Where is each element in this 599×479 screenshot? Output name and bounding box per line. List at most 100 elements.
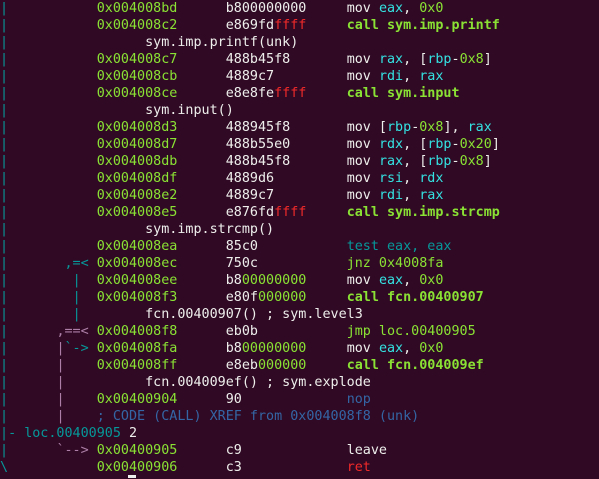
disasm-token: 0x8 (419, 120, 444, 135)
disasm-token: 0x00400904 (96, 392, 178, 407)
disasm-token (177, 86, 225, 101)
disasm-token: \ (0, 460, 9, 475)
disasm-token: ffff (274, 86, 307, 101)
disasm-token: e869fd (225, 18, 275, 33)
disasm-token: | (0, 239, 9, 254)
disasm-token: 0x0 (419, 341, 444, 356)
disasm-token: | (56, 392, 65, 407)
disasm-token (242, 460, 347, 475)
disasm-token (8, 324, 56, 339)
disasm-token: rax (419, 188, 444, 203)
disasm-token (65, 375, 146, 390)
disasm-token: | (0, 205, 9, 220)
disasm-token: b8 (225, 273, 242, 288)
disasm-line: |- loc.00400905 2 (0, 425, 137, 442)
disasm-token (8, 392, 56, 407)
disasm-token (306, 273, 346, 288)
disasm-token: e8e8fe (225, 86, 275, 101)
disasm-token (177, 69, 225, 84)
disasm-token: `--> (56, 443, 89, 458)
disasm-line: | 0x004008cb 4889c7 mov rdi, rax (0, 68, 443, 85)
disasm-token: rax (467, 120, 492, 135)
disasm-token (242, 443, 347, 458)
disasm-line: | ,==< 0x004008f8 eb0b jmp loc.00400905 (0, 323, 476, 340)
disasm-token: | (0, 307, 9, 322)
disasm-token: ffff (274, 18, 307, 33)
disasm-token: 0x004008f8 (96, 324, 178, 339)
disasm-token: 0x004008df (96, 171, 178, 186)
disasm-token: | (0, 154, 9, 169)
disasm-token: rbp (427, 52, 452, 67)
disasm-token (65, 409, 97, 424)
disasm-token (8, 120, 97, 135)
disasm-token: ] (483, 154, 492, 169)
disasm-token: 0x004008ec (96, 256, 178, 271)
disasm-token (81, 273, 97, 288)
disasm-token: , [ (403, 137, 428, 152)
disasm-token (290, 154, 346, 169)
disasm-token (8, 239, 97, 254)
disasm-token: | (0, 324, 9, 339)
disasm-line: | 0x004008e5 e876fdffff call sym.imp.str… (0, 204, 500, 221)
disasm-token: b8 (225, 341, 242, 356)
disasm-token: ret (346, 460, 371, 475)
disasm-token: mov (346, 154, 379, 169)
disasm-token: 0x8 (459, 52, 484, 67)
disasm-token: 90 (225, 392, 242, 407)
disasm-token (290, 137, 346, 152)
disasm-token: | (0, 426, 9, 441)
disasm-token: call sym.imp.printf (346, 18, 500, 33)
disasm-token: ,=< (64, 256, 89, 271)
disasm-token: ,==< (56, 324, 89, 339)
disasm-token: 488945f8 (225, 120, 291, 135)
disasm-token (8, 171, 97, 186)
disasm-token: | (72, 307, 81, 322)
disasm-token: , [ (403, 154, 428, 169)
disasm-token: | (0, 86, 9, 101)
disasm-token: 0x8 (459, 154, 484, 169)
disasm-token (177, 392, 225, 407)
disasm-token: | (0, 392, 9, 407)
disasm-token (8, 1, 97, 16)
disasm-token: 0x004008c2 (96, 18, 178, 33)
disasm-token: ; CODE (CALL) XREF from 0x004008f8 (unk) (96, 409, 420, 424)
disasm-token: c9 (225, 443, 242, 458)
disasm-token: 0x004008f3 (96, 290, 178, 305)
disasm-token: ffff (274, 205, 307, 220)
disasm-token: 488b45f8 (225, 154, 291, 169)
disasm-token: rdx (419, 171, 444, 186)
disasm-token (274, 171, 347, 186)
disasm-token: ] (483, 52, 492, 67)
disasm-token (65, 392, 97, 407)
disasm-token: test eax, eax (346, 239, 452, 254)
disasm-token: | (72, 290, 81, 305)
disasm-token (177, 18, 225, 33)
disasm-line: | 0x004008c7 488b45f8 mov rax, [rbp-0x8] (0, 51, 492, 68)
disasm-token: rax (419, 69, 444, 84)
disasm-token: 0x00400906 (96, 460, 178, 475)
disasm-token: mov (346, 273, 379, 288)
disasm-token: 0x004008ea (96, 239, 178, 254)
disasm-token: mov (346, 341, 379, 356)
disasm-token: jnz 0x4008fa (346, 256, 444, 271)
disasm-line: | sym.input() (0, 102, 234, 119)
disasm-token: mov (346, 171, 379, 186)
disasm-token: 0x004008db (96, 154, 178, 169)
disasm-token (306, 1, 346, 16)
disasm-token: 0x004008c7 (96, 52, 178, 67)
disasm-token (242, 392, 347, 407)
disasm-token: - (8, 426, 25, 441)
disasm-token: 0x004008cb (96, 69, 178, 84)
disasm-token: mov (346, 188, 379, 203)
disasm-token: 0x004008ff (96, 358, 178, 373)
disasm-token: 000000 (258, 290, 307, 305)
disasm-token: eax (378, 273, 404, 288)
disasm-token (290, 120, 346, 135)
disasm-token: , (403, 1, 420, 16)
disasm-token (177, 239, 225, 254)
disasm-token (8, 443, 56, 458)
disasm-token (177, 1, 225, 16)
disasm-token (8, 341, 56, 356)
disasm-line: | | 0x004008f3 e80f000000 call fcn.00400… (0, 289, 484, 306)
disasm-line: | sym.imp.strcmp() (0, 221, 274, 238)
